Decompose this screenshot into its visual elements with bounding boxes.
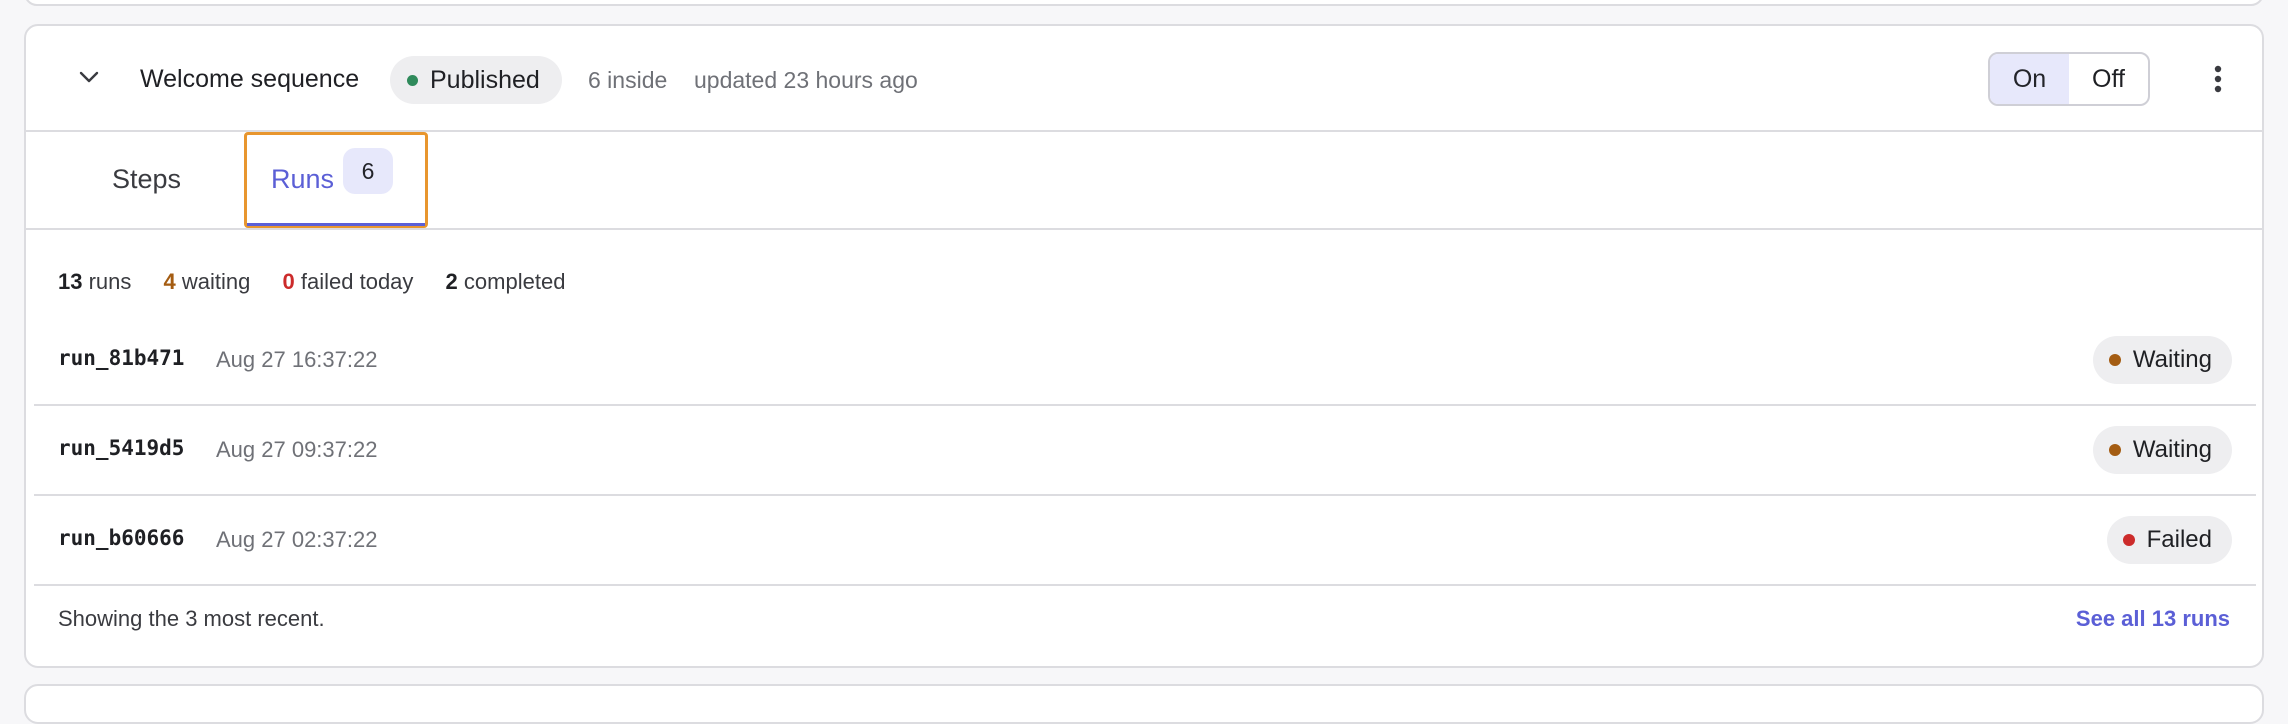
status-dot-icon bbox=[407, 75, 418, 86]
tab-bar: Steps Runs 6 bbox=[26, 132, 2262, 230]
run-row[interactable]: run_b60666 Aug 27 02:37:22 Failed bbox=[34, 496, 2256, 586]
sequence-header: Welcome sequence Published 6 inside upda… bbox=[26, 26, 2262, 132]
previous-sequence-card bbox=[24, 0, 2264, 6]
run-timestamp: Aug 27 02:37:22 bbox=[216, 527, 378, 552]
on-off-toggle: On Off bbox=[1988, 52, 2150, 106]
run-id[interactable]: run_5419d5 bbox=[58, 436, 184, 460]
status-dot-icon bbox=[2108, 444, 2121, 456]
run-timestamp: Aug 27 16:37:22 bbox=[216, 347, 378, 372]
tab-runs[interactable]: Runs 6 bbox=[244, 132, 428, 228]
run-id[interactable]: run_81b471 bbox=[58, 346, 184, 370]
run-status-badge: Waiting bbox=[2092, 336, 2232, 384]
tab-steps[interactable]: Steps bbox=[112, 162, 181, 196]
stat-failed: 0 failed today bbox=[282, 269, 414, 294]
next-sequence-card bbox=[24, 684, 2264, 724]
stat-completed: 2 completed bbox=[445, 269, 566, 294]
run-status-badge: Failed bbox=[2106, 516, 2232, 564]
updated-time: updated 23 hours ago bbox=[694, 67, 918, 93]
see-all-runs-link[interactable]: See all 13 runs bbox=[2076, 606, 2230, 632]
recent-runs-note: Showing the 3 most recent. bbox=[58, 606, 325, 631]
run-row[interactable]: run_81b471 Aug 27 16:37:22 Waiting bbox=[34, 316, 2256, 406]
status-dot-icon bbox=[2122, 534, 2135, 546]
status-label: Published bbox=[430, 65, 540, 94]
run-row[interactable]: run_5419d5 Aug 27 09:37:22 Waiting bbox=[34, 406, 2256, 496]
chevron-down-icon[interactable] bbox=[76, 64, 102, 90]
run-stats: 13 runs 4 waiting 0 failed today 2 compl… bbox=[58, 268, 591, 296]
run-status-label: Waiting bbox=[2132, 436, 2212, 463]
run-status-badge: Waiting bbox=[2092, 426, 2232, 474]
stat-waiting: 4 waiting bbox=[163, 269, 251, 294]
kebab-icon[interactable] bbox=[2204, 64, 2232, 94]
sequence-card: Welcome sequence Published 6 inside upda… bbox=[24, 24, 2264, 668]
run-status-label: Failed bbox=[2146, 526, 2212, 553]
status-dot-icon bbox=[2108, 354, 2121, 366]
stat-runs: 13 runs bbox=[58, 269, 132, 294]
toggle-on-button[interactable]: On bbox=[1990, 54, 2069, 104]
status-badge: Published bbox=[390, 56, 562, 104]
runs-list: run_81b471 Aug 27 16:37:22 Waiting run_5… bbox=[34, 316, 2256, 586]
tab-runs-label: Runs bbox=[271, 164, 335, 194]
sequence-title: Welcome sequence bbox=[140, 65, 360, 93]
runs-count-badge: 6 bbox=[343, 148, 393, 194]
run-timestamp: Aug 27 09:37:22 bbox=[216, 437, 378, 462]
active-tab-indicator bbox=[247, 223, 425, 226]
toggle-off-button[interactable]: Off bbox=[2069, 54, 2148, 104]
run-status-label: Waiting bbox=[2132, 346, 2212, 373]
inside-count: 6 inside bbox=[588, 67, 668, 93]
run-id[interactable]: run_b60666 bbox=[58, 526, 184, 550]
